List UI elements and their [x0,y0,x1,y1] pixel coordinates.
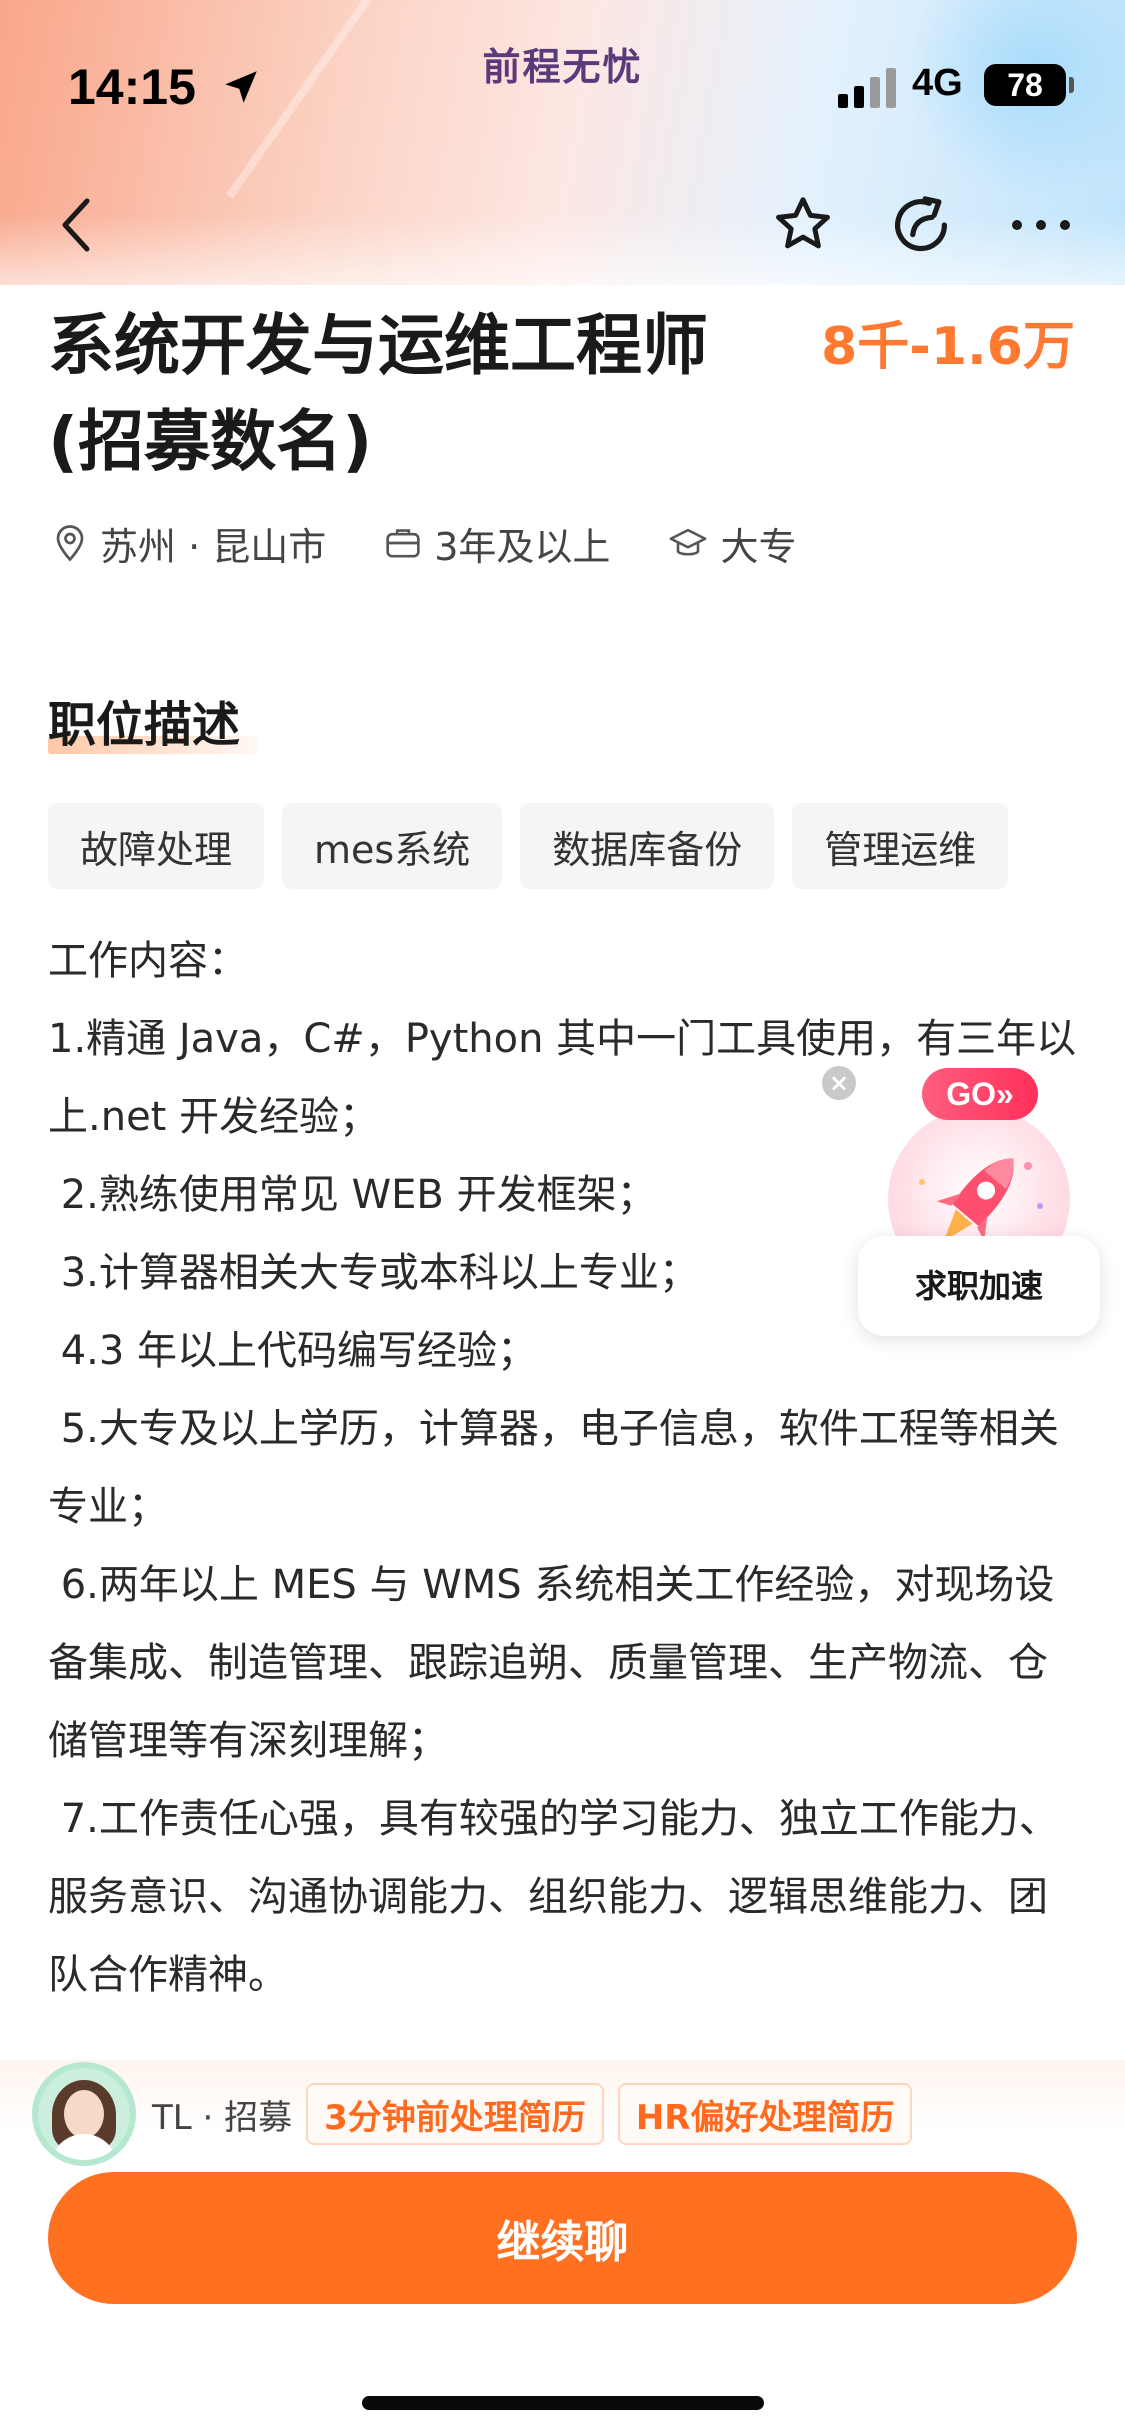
promo-label: 求职加速 [858,1236,1100,1336]
description-line: 5.大专及以上学历，计算器，电子信息，软件工程等相关专业； [48,1406,1059,1530]
nav-bar [0,170,1125,280]
skill-tag[interactable]: 数据库备份 [520,803,775,889]
continue-chat-button[interactable]: 继续聊 [48,2172,1077,2304]
section-title: 职位描述 [48,697,241,753]
share-button[interactable] [884,188,958,262]
home-indicator[interactable] [362,2396,764,2410]
back-button[interactable] [40,188,114,262]
salary: 8千-1.6万 [821,317,1075,377]
description-line: 6.两年以上 MES 与 WMS 系统相关工作经验，对现场设备集成、制造管理、跟… [48,1562,1055,1764]
skill-tags: 故障处理 mes系统 数据库备份 管理运维 [48,803,1009,889]
experience-meta: 3年及以上 [384,516,610,571]
job-title: 系统开发与运维工程师(招募数名) [48,307,708,480]
status-bar: 14:15 前程无忧 4G 78 [0,0,1125,180]
recruiter-row: TL · 招募 3分钟前处理简历 HR偏好处理简历 [32,2062,913,2166]
star-icon [776,197,830,249]
battery-indicator: 78 [984,64,1074,106]
status-badge: 3分钟前处理简历 [306,2083,604,2145]
education-text: 大专 [720,524,797,569]
recruiter-name: TL · 招募 [152,2097,293,2138]
job-meta-row: 苏州 · 昆山市 3年及以上 大专 [52,516,854,570]
back-icon [62,198,90,252]
graduation-cap-icon [670,528,707,556]
more-icon [1012,220,1070,230]
favorite-button[interactable] [766,188,840,262]
promo-close-button[interactable]: × [822,1066,856,1100]
status-badge: HR偏好处理简历 [617,2083,913,2145]
description-line: 7.工作责任心强，具有较强的学习能力、独立工作能力、服务意识、沟通协调能力、组织… [48,1796,1059,1998]
more-button[interactable] [1004,188,1078,262]
briefcase-icon [386,529,420,558]
skill-tag[interactable]: 故障处理 [48,803,265,889]
location-text: 苏州 · 昆山市 [100,524,327,569]
network-type: 4G [912,62,963,104]
location-meta: 苏州 · 昆山市 [52,516,326,571]
share-icon [895,196,947,252]
promo-go-badge: GO» [922,1068,1038,1120]
skill-tag[interactable]: 管理运维 [792,803,1009,889]
experience-text: 3年及以上 [434,524,611,569]
education-meta: 大专 [668,516,796,571]
location-pin-icon [56,525,84,562]
description-line: 工作内容： [48,938,248,984]
skill-tag[interactable]: mes系统 [282,803,503,889]
job-boost-widget[interactable]: GO» 求职加速 [858,1068,1100,1336]
cellular-signal-icon [838,68,896,108]
recruiter-avatar[interactable] [32,2062,136,2166]
